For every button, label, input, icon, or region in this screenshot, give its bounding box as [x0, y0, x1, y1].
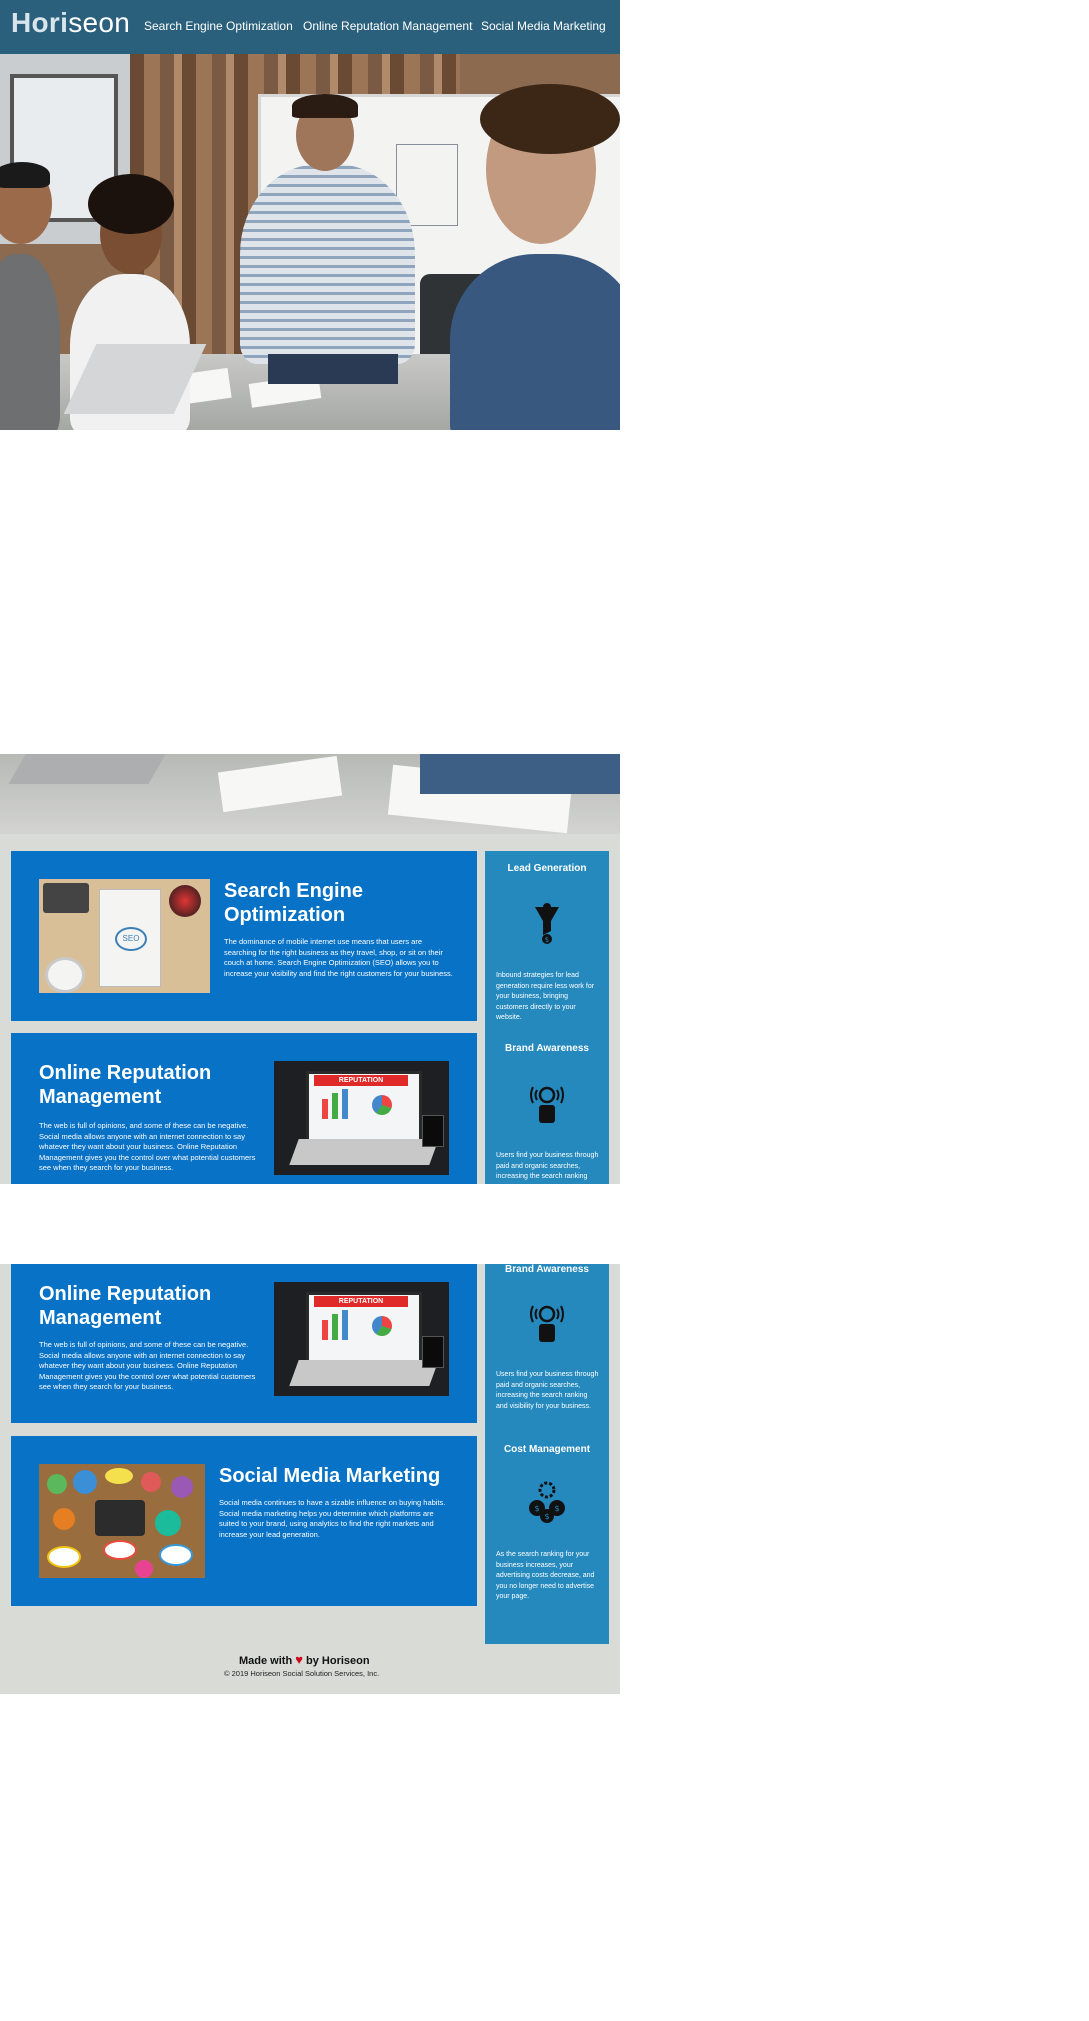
reputation-card-body: The web is full of opinions, and some of…	[39, 1340, 256, 1391]
seo-thumbnail: SEO	[39, 879, 210, 993]
benefits-sidebar: Lead Generation $ Inbound strategies for…	[485, 851, 609, 1184]
nav-link-social[interactable]: Social Media Marketing	[481, 19, 606, 33]
svg-text:$: $	[544, 1512, 549, 1521]
svg-text:$: $	[554, 1504, 559, 1513]
brand-awareness-text: Users find your business through paid an…	[496, 1371, 599, 1410]
seo-card-title: Search Engine Optimization	[224, 880, 363, 926]
social-media-card: Social Media Marketing Social media cont…	[11, 1436, 477, 1606]
svg-text:$: $	[534, 1504, 539, 1513]
lead-generation-text: Inbound strategies for lead generation r…	[496, 972, 595, 1021]
site-logo[interactable]: Horiseon	[11, 7, 130, 39]
hero-image	[0, 54, 620, 430]
seo-card-body: The dominance of mobile internet use mea…	[224, 937, 453, 978]
screenshot-top-panel: Horiseon Search Engine Optimization Onli…	[0, 0, 620, 430]
screenshot-middle-panel: SEO Search Engine Optimization The domin…	[0, 754, 620, 1184]
brand-awareness-icon	[530, 1305, 564, 1342]
heart-icon: ♥	[295, 1652, 303, 1667]
hero-image-bottom	[0, 754, 620, 834]
brand-awareness-text: Users find your business through paid an…	[496, 1152, 599, 1184]
social-media-card-title: Social Media Marketing	[219, 1465, 441, 1487]
benefits-sidebar: Brand Awareness Users find your business…	[485, 1264, 609, 1644]
cost-management-title: Cost Management	[503, 1444, 591, 1455]
lead-generation-title: Lead Generation	[507, 863, 587, 874]
reputation-card-body: The web is full of opinions, and some of…	[39, 1121, 256, 1172]
footer-credit: Made with ♥ by Horiseon	[239, 1652, 370, 1667]
reputation-card: Online Reputation Management The web is …	[11, 1264, 477, 1423]
reputation-card-title: Online Reputation Management	[39, 1062, 212, 1108]
reputation-card: Online Reputation Management The web is …	[11, 1033, 477, 1184]
cost-management-text: As the search ranking for your business …	[496, 1551, 595, 1600]
reputation-card-title: Online Reputation Management	[39, 1283, 212, 1329]
cost-management-icon: $ $ $	[529, 1481, 565, 1523]
brand-awareness-icon	[530, 1086, 564, 1123]
reputation-thumbnail: REPUTATION	[274, 1282, 449, 1396]
brand-awareness-title: Brand Awareness	[505, 1264, 589, 1275]
nav-link-seo[interactable]: Search Engine Optimization	[144, 19, 293, 33]
nav-link-reputation[interactable]: Online Reputation Management	[303, 19, 472, 33]
social-media-card-body: Social media continues to have a sizable…	[219, 1498, 446, 1539]
svg-text:$: $	[545, 936, 549, 944]
social-media-thumbnail	[39, 1464, 205, 1578]
footer-copyright: © 2019 Horiseon Social Solution Services…	[224, 1669, 380, 1678]
site-header: Horiseon Search Engine Optimization Onli…	[0, 0, 620, 54]
lead-generation-icon: $	[535, 903, 559, 944]
brand-awareness-title: Brand Awareness	[505, 1043, 589, 1054]
seo-card: SEO Search Engine Optimization The domin…	[11, 851, 477, 1021]
screenshot-bottom-panel: Online Reputation Management The web is …	[0, 1264, 620, 1694]
reputation-thumbnail: REPUTATION	[274, 1061, 449, 1175]
